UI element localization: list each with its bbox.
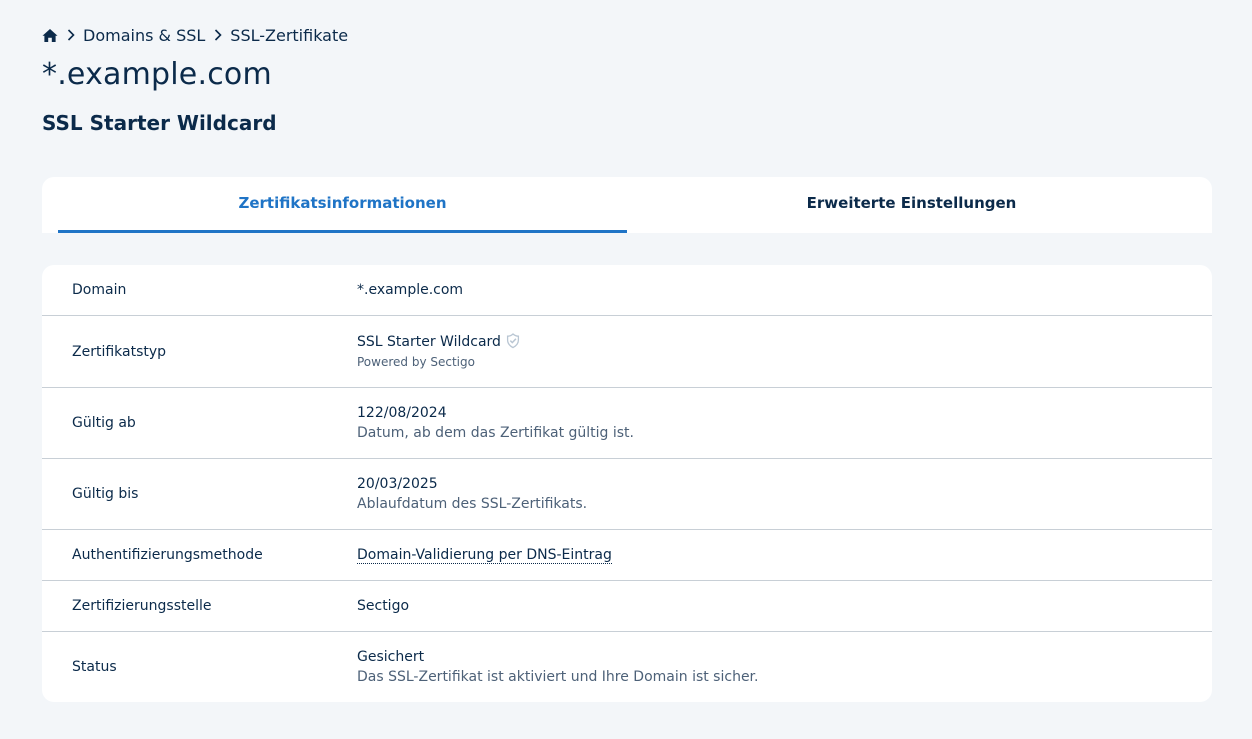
valid-from-note: Datum, ab dem das Zertifikat gültig ist. [357, 425, 634, 441]
detail-label: Gültig ab [72, 415, 136, 431]
tab-certificate-info[interactable]: Zertifikatsinformationen [58, 177, 627, 233]
page: Domains & SSL SSL-Zertifikate *.example.… [0, 0, 1252, 739]
detail-label: Zertifizierungsstelle [72, 598, 212, 614]
home-icon[interactable] [42, 28, 58, 43]
valid-from-date: 122/08/2024 [357, 405, 447, 421]
valid-to-date: 20/03/2025 [357, 476, 438, 492]
breadcrumb-domains-ssl[interactable]: Domains & SSL [83, 26, 205, 45]
detail-label: Gültig bis [72, 486, 139, 502]
auth-method-value: Domain-Validierung per DNS-Eintrag [357, 545, 612, 565]
detail-label: Status [72, 659, 117, 675]
detail-label: Zertifikatstyp [72, 343, 167, 360]
valid-from-value: 122/08/2024 Datum, ab dem das Zertifikat… [357, 403, 634, 443]
page-subtitle: SSL Starter Wildcard [42, 111, 277, 135]
breadcrumb-ssl-certificates[interactable]: SSL-Zertifikate [230, 26, 348, 45]
certificate-details-card: Domain *.example.com Zertifikatstyp SSL … [42, 265, 1212, 702]
detail-row-type: Zertifikatstyp SSL Starter Wildcard Powe… [42, 316, 1212, 388]
chevron-right-icon [67, 29, 75, 41]
certificate-type-value: SSL Starter Wildcard Powered by Sectigo [357, 332, 522, 372]
detail-row-status: Status Gesichert Das SSL-Zertifikat ist … [42, 632, 1212, 702]
tab-bar: Zertifikatsinformationen Erweiterte Eins… [42, 177, 1212, 233]
detail-row-valid-from: Gültig ab 122/08/2024 Datum, ab dem das … [42, 388, 1212, 459]
certificate-type-text: SSL Starter Wildcard [357, 333, 501, 350]
status-note: Das SSL-Zertifikat ist aktiviert und Ihr… [357, 669, 759, 685]
detail-label: Domain [72, 282, 127, 298]
detail-label: Authentifizierungsmethode [72, 547, 263, 563]
chevron-right-icon [214, 29, 222, 41]
detail-row-valid-to: Gültig bis 20/03/2025 Ablaufdatum des SS… [42, 459, 1212, 530]
sectigo-badge-icon [504, 332, 522, 349]
valid-to-value: 20/03/2025 Ablaufdatum des SSL-Zertifika… [357, 474, 587, 514]
status-value: Gesichert Das SSL-Zertifikat ist aktivie… [357, 647, 758, 687]
detail-row-domain: Domain *.example.com [42, 265, 1212, 316]
page-title: *.example.com [42, 57, 272, 92]
valid-to-note: Ablaufdatum des SSL-Zertifikats. [357, 496, 588, 512]
powered-by-text: Powered by Sectigo [357, 354, 475, 369]
tab-advanced-settings[interactable]: Erweiterte Einstellungen [627, 177, 1196, 233]
domain-value: *.example.com [357, 282, 464, 298]
auth-method-link[interactable]: Domain-Validierung per DNS-Eintrag [357, 547, 612, 564]
detail-row-auth-method: Authentifizierungsmethode Domain-Validie… [42, 530, 1212, 581]
status-text: Gesichert [357, 649, 425, 665]
breadcrumb: Domains & SSL SSL-Zertifikate [42, 24, 348, 46]
authority-value: Sectigo [357, 598, 410, 614]
detail-row-authority: Zertifizierungsstelle Sectigo [42, 581, 1212, 632]
